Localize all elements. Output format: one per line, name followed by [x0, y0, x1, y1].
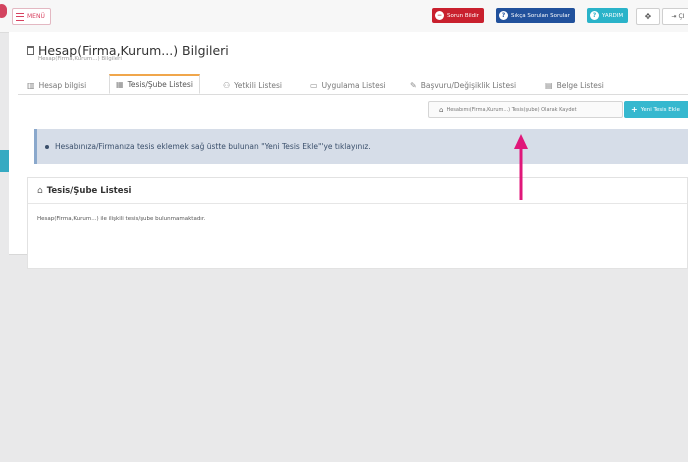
- tab-label: Yetkili Listesi: [234, 80, 283, 90]
- add-facility-label: Yeni Tesis Ekle: [640, 106, 680, 113]
- tab-facility-list[interactable]: ▦ Tesis/Şube Listesi: [109, 74, 200, 94]
- move-icon[interactable]: ✥: [636, 8, 660, 25]
- menu-button[interactable]: MENÜ: [12, 8, 51, 25]
- notification-badge[interactable]: [0, 4, 7, 18]
- faq-label: Sıkça Sorulan Sorular: [511, 12, 570, 19]
- help-button[interactable]: ? YARDIM: [587, 8, 629, 23]
- plus-icon: +: [631, 105, 638, 114]
- users-icon: ⚇: [223, 80, 231, 90]
- home-icon: ⌂: [439, 105, 444, 114]
- exit-button[interactable]: ⇥ ÇI: [662, 8, 688, 25]
- tab-document-list[interactable]: ▤ Belge Listesi: [545, 76, 604, 94]
- tab-request-list[interactable]: ✎ Başvuru/Değişiklik Listesi: [410, 76, 516, 94]
- empty-list-message: Hesap(Firma,Kurum...) ile ilişkili tesis…: [37, 216, 206, 222]
- report-issue-label: Sorun Bildir: [447, 12, 479, 19]
- question-circle-icon: ?: [499, 11, 508, 20]
- add-facility-button[interactable]: + Yeni Tesis Ekle: [624, 101, 688, 118]
- facility-list-header: ⌂ Tesis/Şube Listesi: [28, 178, 687, 204]
- save-as-facility-button[interactable]: ⌂ Hesabımı(Firma,Kurum...) Tesis(şube) O…: [428, 101, 623, 118]
- info-alert: Hesabınıza/Firmanıza tesis eklemek sağ ü…: [34, 129, 688, 164]
- top-bar: MENÜ − Sorun Bildir ? Sıkça Sorulan Soru…: [0, 0, 688, 33]
- tab-label: Başvuru/Değişiklik Listesi: [420, 80, 517, 90]
- save-as-facility-label: Hesabımı(Firma,Kurum...) Tesis(şube) Ola…: [446, 106, 577, 113]
- help-label: YARDIM: [602, 12, 624, 19]
- page-subtitle: Hesap(Firma,Kurum...) Bilgileri: [38, 56, 122, 62]
- tab-label: Hesap bilgisi: [38, 80, 87, 90]
- annotation-arrow-icon: [514, 134, 528, 200]
- alert-message: Hesabınıza/Firmanıza tesis eklemek sağ ü…: [37, 142, 371, 151]
- faq-button[interactable]: ? Sıkça Sorulan Sorular: [496, 8, 575, 23]
- question-circle-icon: ?: [590, 11, 599, 20]
- menu-label: MENÜ: [27, 13, 45, 20]
- tab-label: Belge Listesi: [556, 80, 604, 90]
- edit-icon: ✎: [410, 80, 417, 90]
- tab-bar: ▥ Hesap bilgisi ▦ Tesis/Şube Listesi ⚇ Y…: [18, 74, 688, 95]
- monitor-icon: ▭: [310, 80, 318, 90]
- tab-label: Tesis/Şube Listesi: [127, 80, 193, 89]
- home-icon: ⌂: [37, 185, 43, 196]
- hamburger-icon: [16, 12, 24, 21]
- tab-authorized-list[interactable]: ⚇ Yetkili Listesi: [223, 76, 282, 94]
- sidebar-toggle-tab[interactable]: [0, 150, 9, 172]
- exit-label: ÇI: [678, 13, 685, 20]
- building-icon: [27, 46, 34, 55]
- file-icon: ▤: [545, 80, 553, 90]
- report-issue-button[interactable]: − Sorun Bildir: [432, 8, 484, 23]
- sign-out-icon: ⇥: [671, 13, 677, 20]
- minus-circle-icon: −: [435, 11, 444, 20]
- account-panel: Hesap(Firma,Kurum...) Bilgileri Hesap(Fi…: [9, 32, 688, 269]
- tab-application-list[interactable]: ▭ Uygulama Listesi: [310, 76, 386, 94]
- facility-list-heading: Tesis/Şube Listesi: [46, 185, 132, 196]
- building-icon: ▦: [116, 80, 124, 89]
- tab-label: Uygulama Listesi: [321, 80, 386, 90]
- document-icon: ▥: [27, 80, 35, 90]
- tab-account-info[interactable]: ▥ Hesap bilgisi: [27, 76, 86, 94]
- facility-list-panel: ⌂ Tesis/Şube Listesi Hesap(Firma,Kurum..…: [27, 177, 688, 269]
